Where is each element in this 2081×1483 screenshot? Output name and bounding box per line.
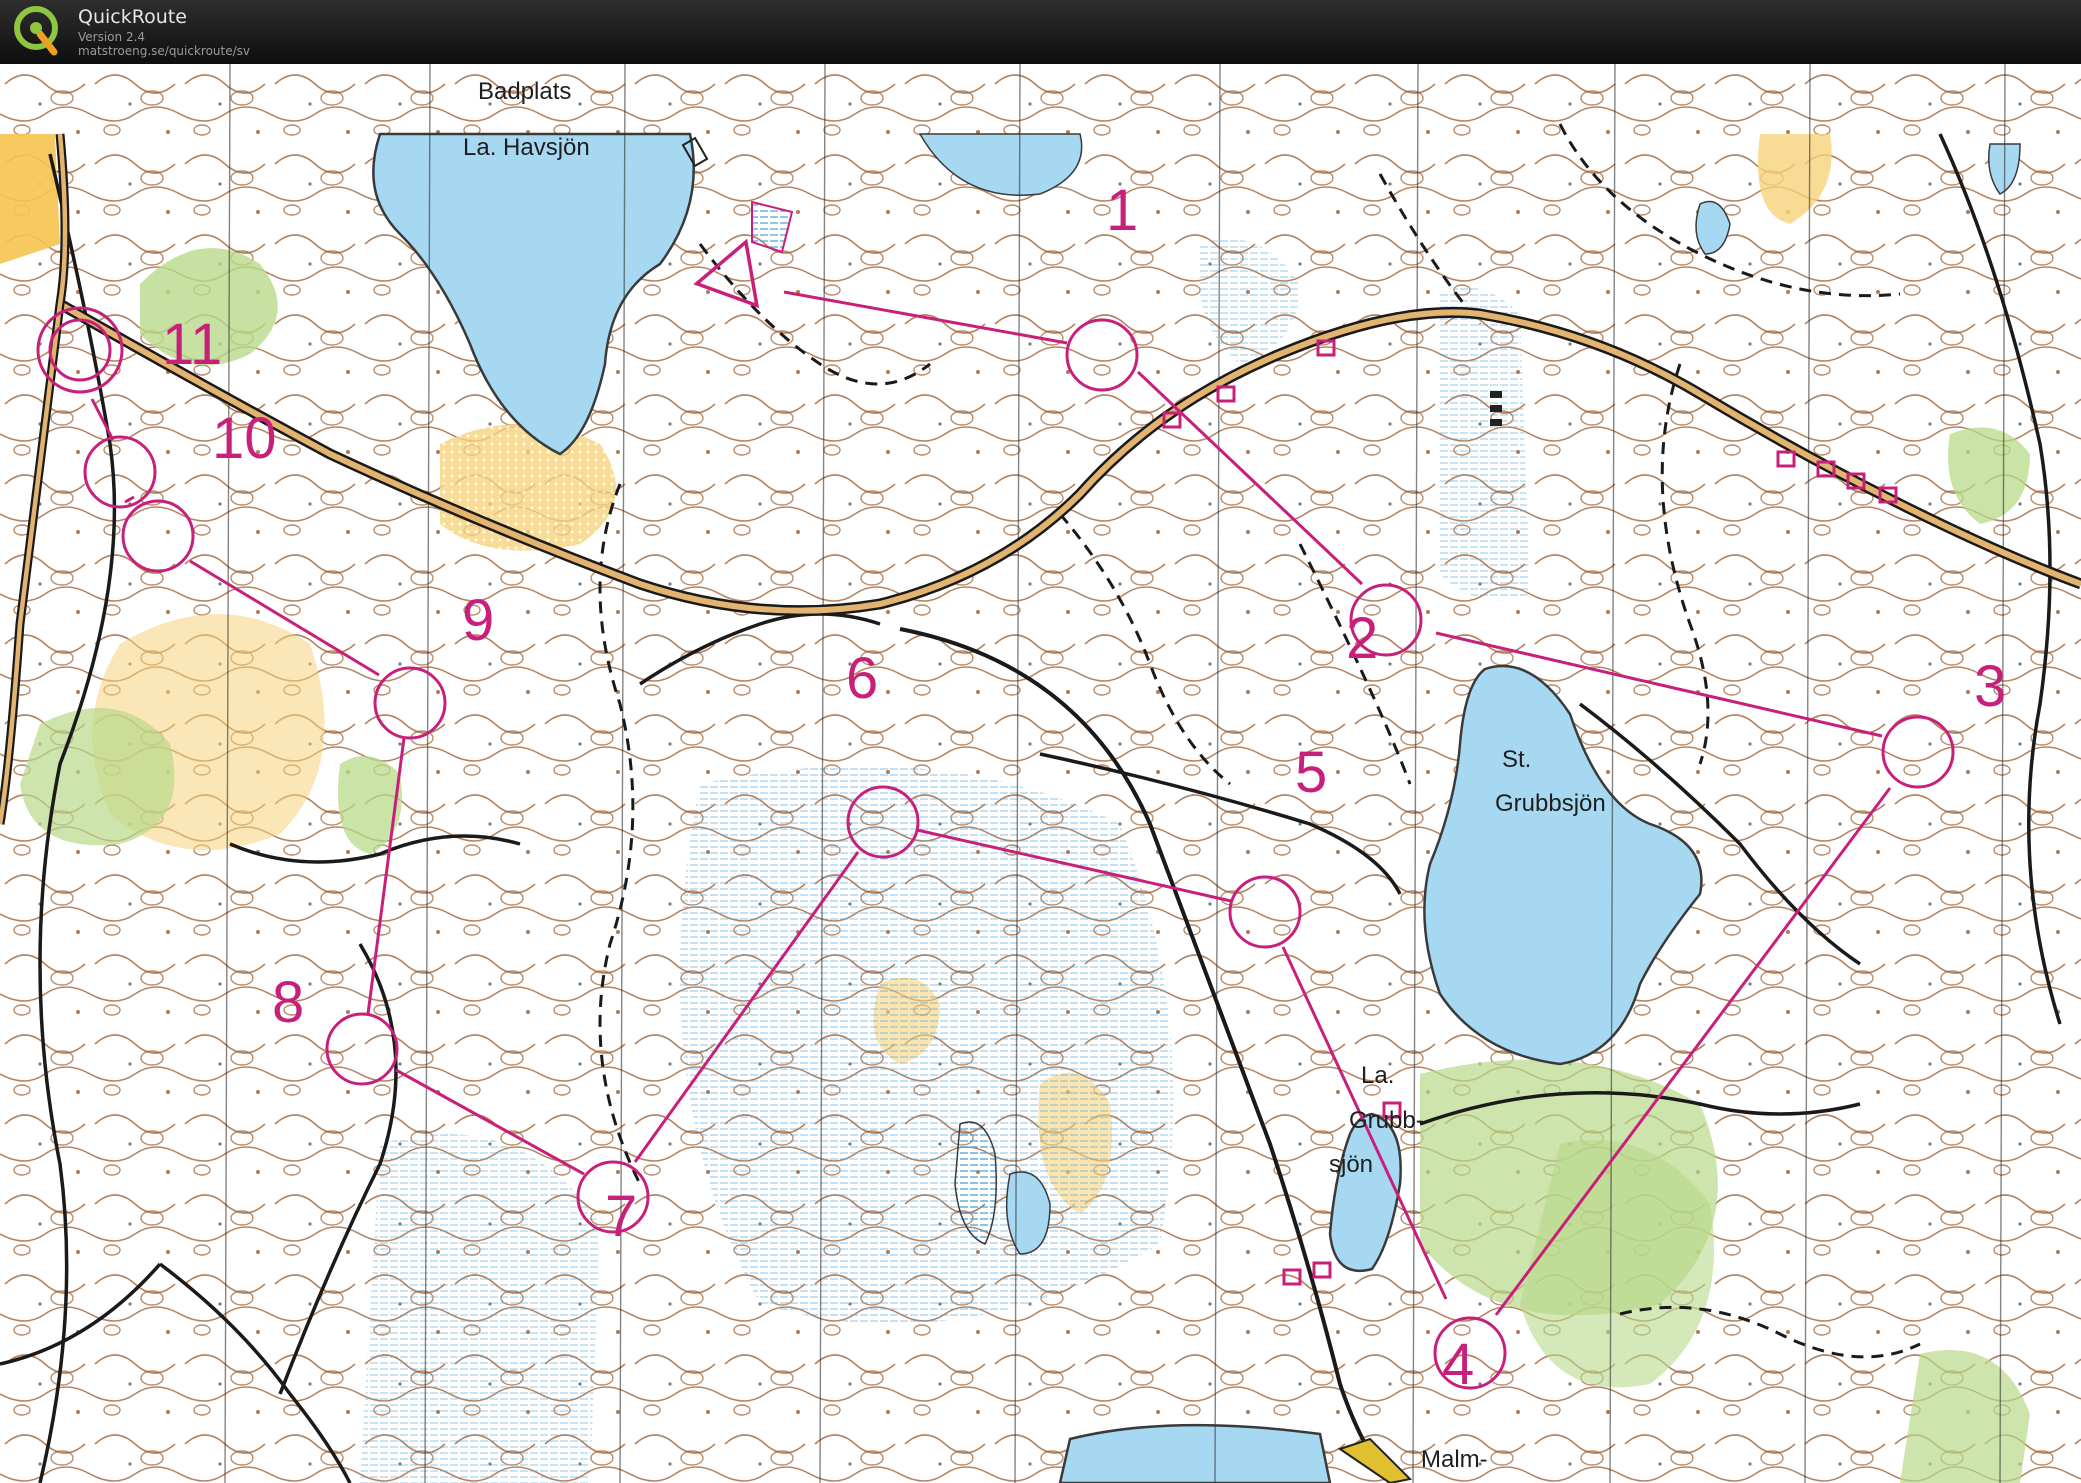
app-version: Version 2.4 [78,30,146,44]
app-url: matstroeng.se/quickroute/sv [78,44,251,58]
control-number-2: 2 [1346,606,1379,671]
place-label-la: La. [1361,1062,1395,1089]
place-label-badplats: Badplats [478,78,572,105]
quickroute-logo-icon [14,6,58,56]
control-number-7: 7 [605,1184,638,1249]
place-label-st: St. [1502,746,1532,773]
control-number-5: 5 [1295,740,1328,805]
app-titlebar: QuickRoute Version 2.4 matstroeng.se/qui… [0,0,2081,64]
control-number-1: 1 [1106,178,1139,243]
orienteering-map[interactable]: Badplats La. Havsjön St. Grubbsjön La. G… [0,64,2081,1483]
control-number-6: 6 [846,646,879,711]
control-number-3: 3 [1974,654,2007,719]
place-label-grubb: Grubb- [1349,1107,1424,1134]
app-title: QuickRoute [78,6,187,28]
control-number-8: 8 [272,970,305,1035]
map-canvas [0,64,2081,1483]
control-number-10: 10 [212,406,277,471]
place-label-havsjon: La. Havsjön [463,134,590,161]
control-number-11: 11 [162,312,223,377]
place-label-malm: Malm- [1421,1446,1488,1473]
control-number-9: 9 [462,588,495,653]
place-label-grubbsjon: Grubbsjön [1495,790,1606,817]
control-number-4: 4 [1442,1332,1475,1397]
place-label-sjon: sjön [1329,1151,1374,1178]
